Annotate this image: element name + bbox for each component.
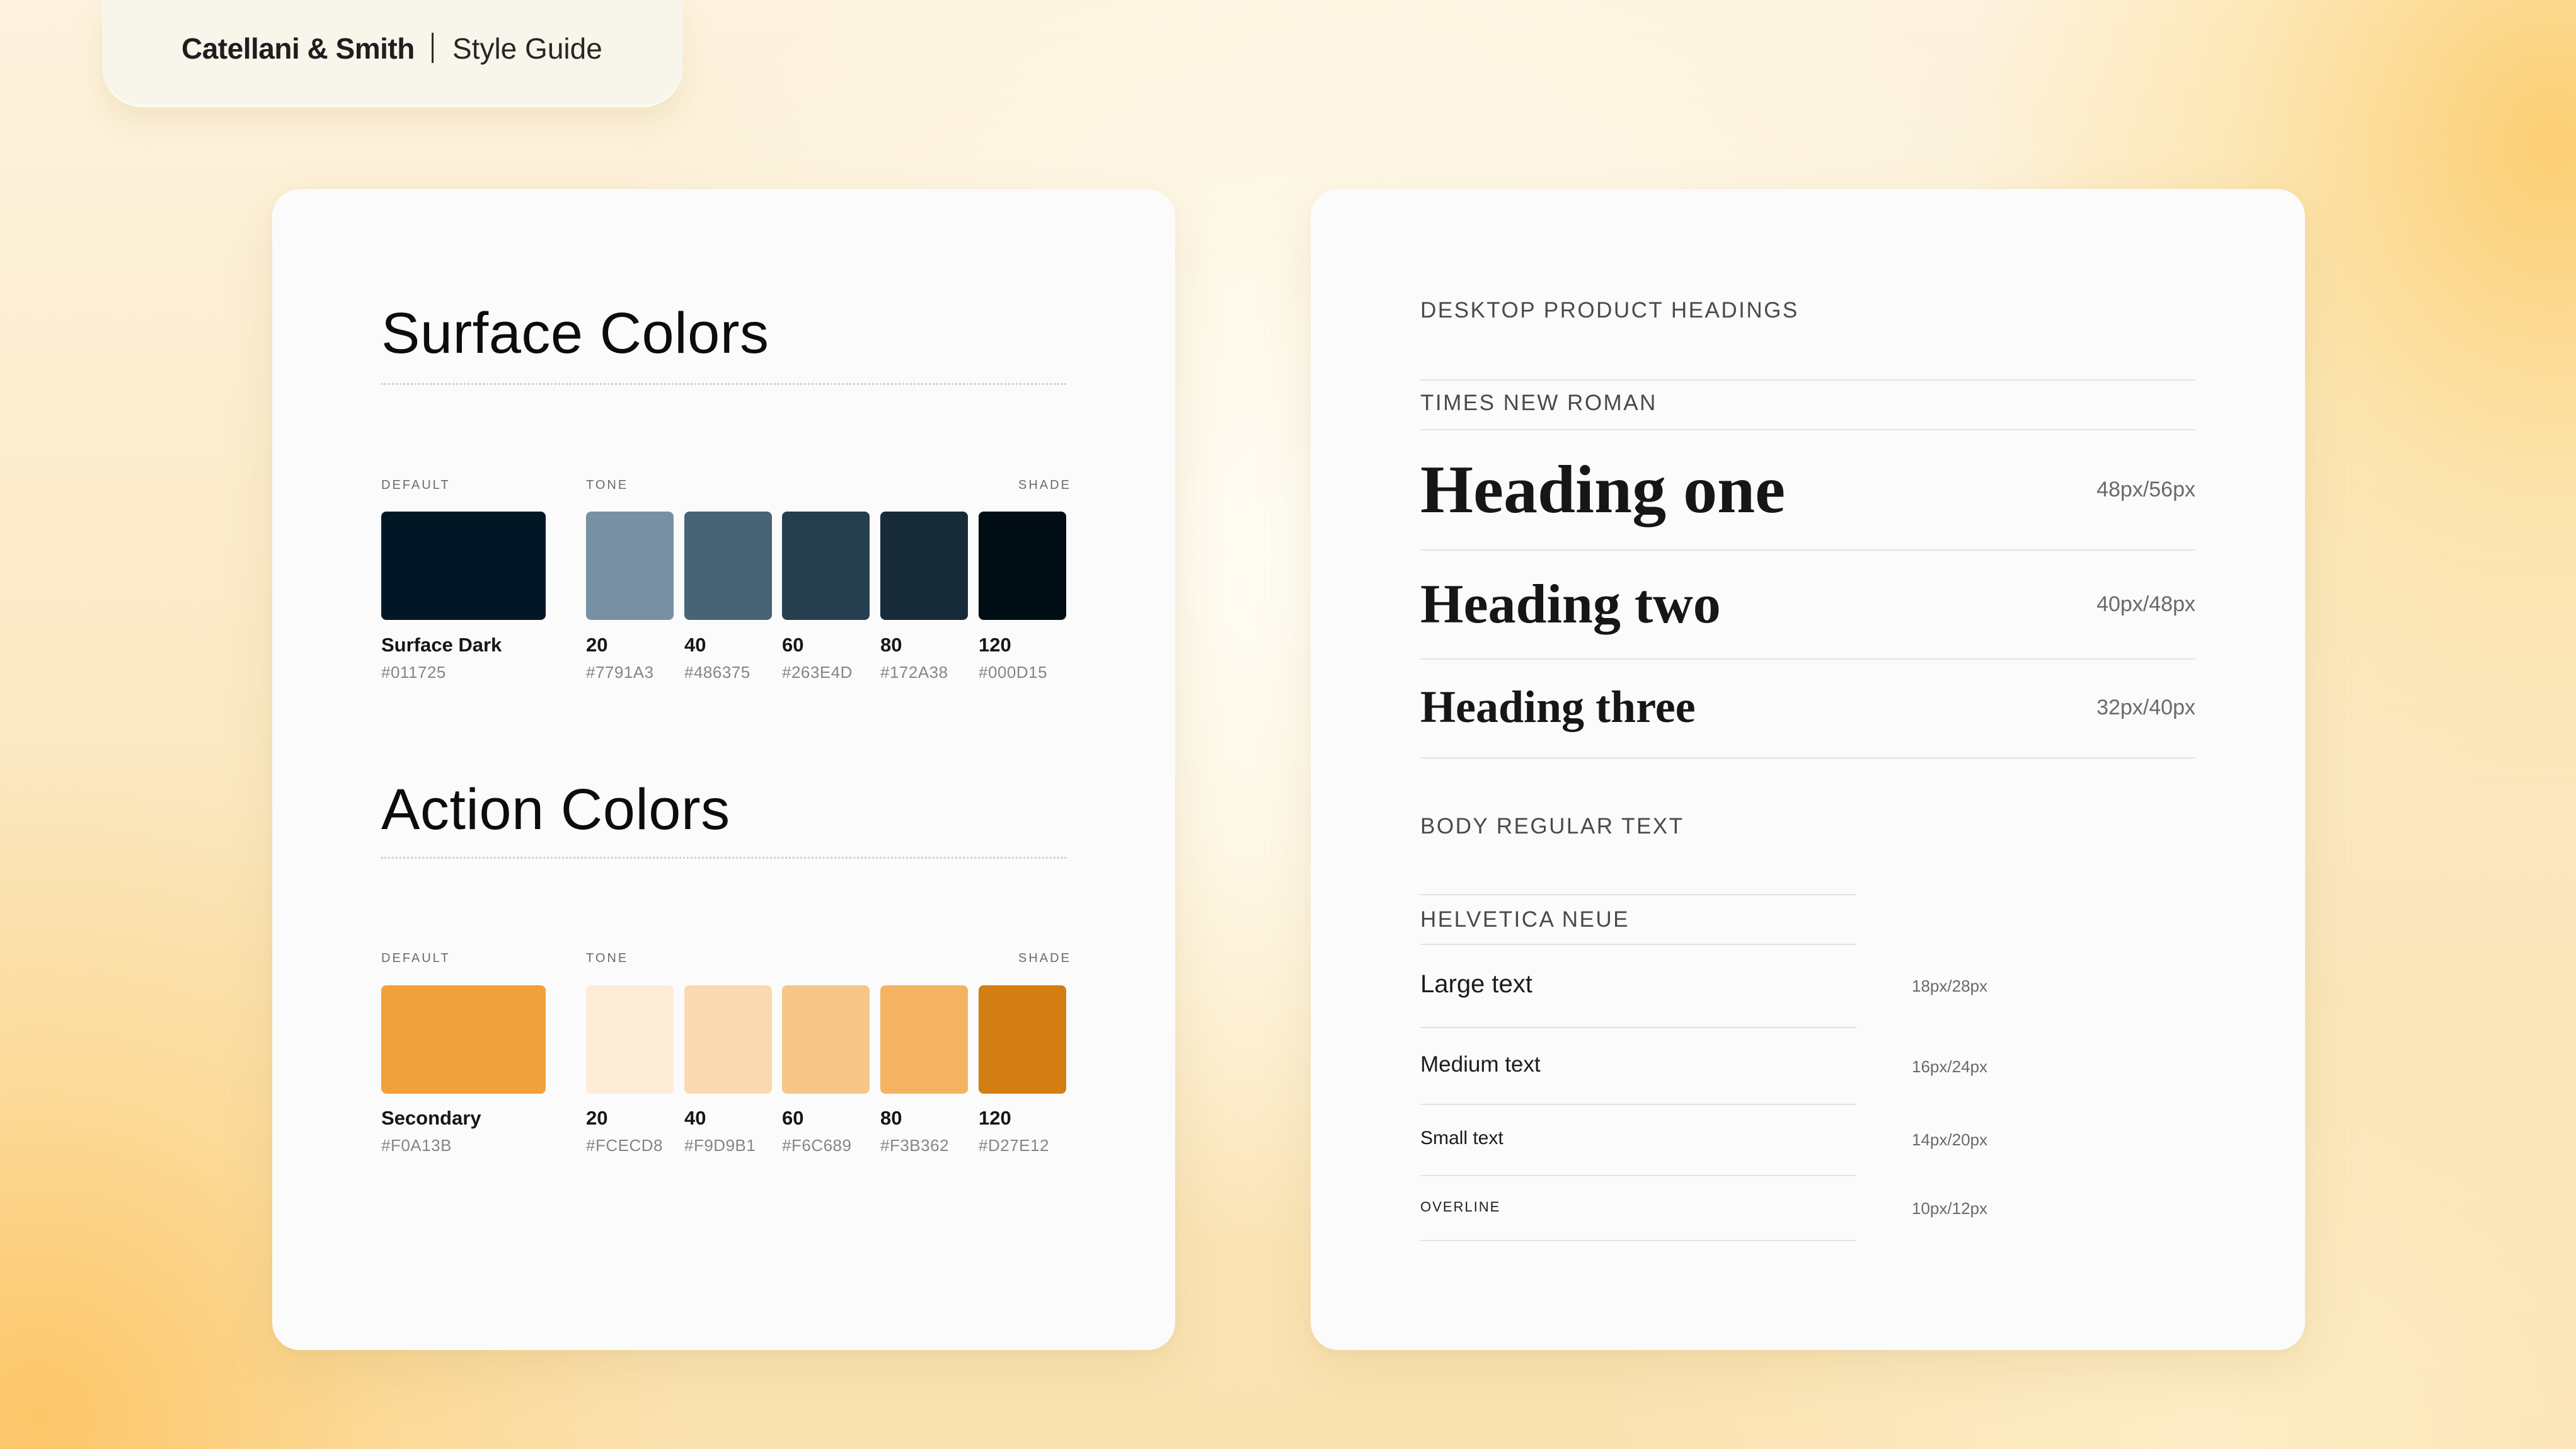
surface-default-name: Surface Dark (381, 634, 502, 656)
surface-shade-label: SHADE (1018, 478, 1071, 492)
action-colors-title: Action Colors (381, 777, 730, 842)
heading-one-spec: 48px/56px (2096, 478, 2195, 501)
action-tone-60-name: 60 (782, 1107, 804, 1129)
medium-text-rule (1420, 1104, 1856, 1105)
overline-rule (1420, 1240, 1856, 1241)
heading-three-spec: 32px/40px (2096, 696, 2195, 719)
headings-section-label: DESKTOP PRODUCT HEADINGS (1420, 298, 1799, 323)
small-text-sample: Small text (1420, 1128, 1504, 1148)
action-shade-label: SHADE (1018, 951, 1071, 965)
large-text-rule (1420, 1027, 1856, 1028)
surface-tone-80-name: 80 (880, 634, 902, 656)
action-tone-60-hex: #F6C689 (782, 1136, 852, 1155)
action-shade-120-hex: #D27E12 (979, 1136, 1049, 1155)
action-tone-20-swatch (586, 985, 674, 1094)
surface-tone-60-swatch (782, 512, 870, 620)
heading-two-rule (1420, 658, 2195, 660)
surface-tone-80-swatch (880, 512, 968, 620)
action-tone-40-name: 40 (684, 1107, 706, 1129)
typography-card: DESKTOP PRODUCT HEADINGS TIMES NEW ROMAN… (1311, 189, 2305, 1350)
surface-colors-title: Surface Colors (381, 301, 769, 365)
heading-one-rule (1420, 549, 2195, 551)
action-tone-60-swatch (782, 985, 870, 1094)
heading-two-spec: 40px/48px (2096, 592, 2195, 616)
surface-shade-120-hex: #000D15 (979, 663, 1048, 682)
headings-font-rule (1420, 429, 2195, 430)
surface-default-swatch (381, 512, 546, 620)
overline-sample: OVERLINE (1420, 1199, 1501, 1215)
medium-text-spec: 16px/24px (1912, 1057, 1987, 1076)
surface-shade-120-swatch (979, 512, 1066, 620)
brand-header: Catellani & Smith Style Guide (102, 0, 683, 107)
body-font-rule (1420, 944, 1856, 945)
action-shade-120-swatch (979, 985, 1066, 1094)
surface-divider (381, 383, 1066, 385)
surface-shade-120-name: 120 (979, 634, 1011, 656)
small-text-rule (1420, 1175, 1856, 1176)
body-rule-top (1420, 894, 1856, 895)
heading-two-sample: Heading two (1420, 574, 1721, 635)
surface-tone-40-name: 40 (684, 634, 706, 656)
headings-rule-top (1420, 379, 2195, 381)
surface-tone-20-hex: #7791A3 (586, 663, 654, 682)
surface-tone-80-hex: #172A38 (880, 663, 948, 682)
surface-tone-20-name: 20 (586, 634, 608, 656)
heading-three-rule (1420, 757, 2195, 759)
body-font-label: HELVETICA NEUE (1420, 907, 1630, 932)
large-text-sample: Large text (1420, 970, 1532, 998)
large-text-spec: 18px/28px (1912, 976, 1987, 995)
medium-text-sample: Medium text (1420, 1052, 1541, 1077)
action-tone-20-hex: #FCECD8 (586, 1136, 663, 1155)
action-tone-label: TONE (586, 951, 629, 965)
overline-spec: 10px/12px (1912, 1199, 1987, 1218)
heading-three-sample: Heading three (1420, 682, 1696, 732)
action-default-label: DEFAULT (381, 951, 451, 965)
action-tone-80-name: 80 (880, 1107, 902, 1129)
action-default-name: Secondary (381, 1107, 481, 1129)
action-shade-120-name: 120 (979, 1107, 1011, 1129)
action-default-hex: #F0A13B (381, 1136, 452, 1155)
surface-tone-label: TONE (586, 478, 629, 492)
brand-divider (432, 33, 434, 63)
heading-one-sample: Heading one (1420, 452, 1786, 527)
body-section-label: BODY REGULAR TEXT (1420, 814, 1684, 839)
action-divider (381, 857, 1066, 859)
action-tone-40-swatch (684, 985, 772, 1094)
headings-font-label: TIMES NEW ROMAN (1420, 391, 1657, 415)
brand-section-title: Style Guide (452, 32, 602, 65)
surface-tone-40-hex: #486375 (684, 663, 750, 682)
surface-tone-40-swatch (684, 512, 772, 620)
surface-tone-60-hex: #263E4D (782, 663, 853, 682)
action-tone-80-hex: #F3B362 (880, 1136, 950, 1155)
surface-tone-60-name: 60 (782, 634, 804, 656)
action-default-swatch (381, 985, 546, 1094)
surface-default-label: DEFAULT (381, 478, 451, 492)
action-tone-80-swatch (880, 985, 968, 1094)
action-tone-20-name: 20 (586, 1107, 608, 1129)
surface-tone-20-swatch (586, 512, 674, 620)
surface-default-hex: #011725 (381, 663, 446, 682)
small-text-spec: 14px/20px (1912, 1130, 1987, 1149)
brand-name: Catellani & Smith (181, 32, 415, 65)
action-tone-40-hex: #F9D9B1 (684, 1136, 756, 1155)
colors-card: Surface Colors DEFAULT TONE SHADE Surfac… (272, 189, 1175, 1350)
